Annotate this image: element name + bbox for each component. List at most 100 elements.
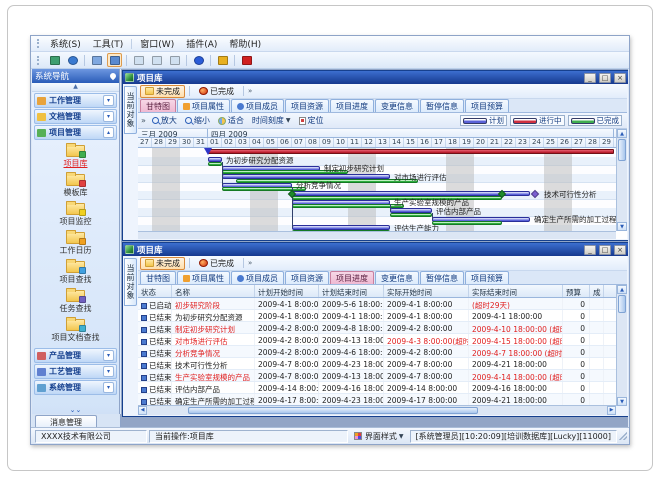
tab-1[interactable]: 项目属性 bbox=[177, 99, 230, 112]
sidebar-item-3[interactable]: 工作日历 bbox=[60, 232, 92, 256]
toolbar-button-5[interactable] bbox=[149, 53, 164, 67]
tab-0[interactable]: 甘特图 bbox=[140, 271, 176, 284]
gantt-window-titlebar[interactable]: 项目库 _ □ × bbox=[123, 71, 628, 84]
gantt-done-bar[interactable] bbox=[432, 221, 502, 225]
toolbar-button-4[interactable] bbox=[131, 53, 146, 67]
menu-item-3[interactable]: 插件(A) bbox=[180, 36, 223, 51]
chevron-up-icon[interactable]: ▴ bbox=[103, 127, 114, 138]
gantt-done-bar[interactable] bbox=[390, 213, 432, 217]
sidebar-section-3[interactable]: 产品管理▾ bbox=[34, 348, 117, 363]
sidebar-item-4[interactable]: 项目查找 bbox=[60, 261, 92, 285]
table-row[interactable]: 已结束制定初步研究计划2009-4-2 8:00:002009-4-8 18:0… bbox=[138, 322, 616, 334]
chevron-down-icon[interactable]: ▾ bbox=[103, 350, 114, 361]
toolbar-button-1[interactable] bbox=[65, 53, 80, 67]
gantt-done-bar[interactable] bbox=[292, 204, 404, 208]
tab-3[interactable]: 项目资源 bbox=[285, 99, 329, 112]
toolbar-button-2[interactable] bbox=[89, 53, 104, 67]
filter-overflow-chevron-icon[interactable]: » bbox=[248, 259, 252, 267]
current-object-side-tab[interactable]: 当前对象 bbox=[124, 258, 137, 306]
close-button[interactable]: × bbox=[614, 245, 626, 255]
column-header-7[interactable]: 成 bbox=[590, 285, 604, 297]
tab-7[interactable]: 项目预算 bbox=[465, 99, 509, 112]
sidebar-overflow-chevron-icon[interactable]: ⌄⌄ bbox=[32, 406, 119, 414]
toolbar-button-3[interactable] bbox=[107, 53, 122, 67]
chevron-down-icon[interactable]: ▾ bbox=[103, 95, 114, 106]
maximize-button[interactable]: □ bbox=[599, 245, 611, 255]
maximize-button[interactable]: □ bbox=[599, 73, 611, 83]
column-header-5[interactable]: 实际结束时间 bbox=[469, 285, 563, 297]
scroll-down-icon[interactable]: ▼ bbox=[617, 397, 627, 406]
toolbar-button-7[interactable] bbox=[191, 53, 206, 67]
column-header-2[interactable]: 计划开始时间 bbox=[255, 285, 319, 297]
tab-3[interactable]: 项目资源 bbox=[285, 271, 329, 284]
tab-5[interactable]: 变更信息 bbox=[375, 99, 419, 112]
chevron-down-icon[interactable]: ▾ bbox=[103, 111, 114, 122]
minimize-button[interactable]: _ bbox=[584, 245, 596, 255]
column-header-3[interactable]: 计划结束时间 bbox=[319, 285, 384, 297]
zoom-out-button[interactable]: 缩小 bbox=[183, 115, 212, 126]
toolbar-grip[interactable] bbox=[37, 56, 40, 65]
menu-item-2[interactable]: 窗口(W) bbox=[134, 36, 180, 51]
sidebar-item-2[interactable]: 项目监控 bbox=[60, 203, 92, 227]
table-window-titlebar[interactable]: 项目库 _ □ × bbox=[123, 243, 628, 256]
table-row[interactable]: 已启动初步研究阶段2009-4-1 8:00:002009-5-6 18:00:… bbox=[138, 298, 616, 310]
toolbar-overflow-chevron-icon[interactable]: » bbox=[141, 116, 146, 125]
tab-2[interactable]: 项目成员 bbox=[231, 99, 284, 112]
sidebar-section-1[interactable]: 文档管理▾ bbox=[34, 109, 117, 124]
sidebar-item-0[interactable]: 项目库 bbox=[64, 145, 88, 169]
toolbar-button-9[interactable] bbox=[239, 53, 254, 67]
sidebar-section-2[interactable]: 项目管理▴ bbox=[34, 125, 117, 140]
menu-item-4[interactable]: 帮助(H) bbox=[223, 36, 267, 51]
sidebar-item-6[interactable]: 项目文档查找 bbox=[52, 319, 100, 343]
gantt-summary-bar[interactable] bbox=[208, 149, 614, 154]
menubar-grip[interactable] bbox=[37, 39, 40, 48]
sidebar-section-4[interactable]: 工艺管理▾ bbox=[34, 364, 117, 379]
toolbar-button-8[interactable] bbox=[215, 53, 230, 67]
gantt-horizontal-scrollbar[interactable] bbox=[138, 231, 616, 239]
time-scale-button[interactable]: 时间刻度▼ bbox=[250, 115, 293, 126]
scroll-up-icon[interactable]: ▲ bbox=[617, 285, 627, 294]
table-horizontal-scrollbar[interactable]: ◀ ▶ bbox=[138, 405, 616, 415]
tab-4[interactable]: 项目进度 bbox=[330, 99, 374, 112]
table-row[interactable]: 已结束评估内部产品2009-4-14 8:00:002009-4-16 18:0… bbox=[138, 382, 616, 394]
tab-5[interactable]: 变更信息 bbox=[375, 271, 419, 284]
table-vertical-scrollbar[interactable]: ▲ ▼ bbox=[616, 285, 627, 406]
tab-7[interactable]: 项目预算 bbox=[465, 271, 509, 284]
tab-6[interactable]: 暂停信息 bbox=[420, 99, 464, 112]
close-button[interactable]: × bbox=[614, 73, 626, 83]
chevron-down-icon[interactable]: ▼ bbox=[399, 433, 404, 440]
filter-overflow-chevron-icon[interactable]: » bbox=[248, 87, 252, 95]
interface-style-button[interactable]: 界面样式 bbox=[365, 431, 397, 442]
filter-button-1[interactable]: 已完成 bbox=[194, 257, 239, 270]
sidebar-item-5[interactable]: 任务查找 bbox=[60, 290, 92, 314]
current-object-side-tab[interactable]: 当前对象 bbox=[124, 86, 137, 134]
table-row[interactable]: 已结束生产实验室规模的产品2009-4-7 8:00:002009-4-13 1… bbox=[138, 370, 616, 382]
pin-icon[interactable] bbox=[109, 72, 117, 80]
sidebar-item-1[interactable]: 模板库 bbox=[64, 174, 88, 198]
resize-grip[interactable] bbox=[619, 432, 627, 440]
column-header-1[interactable]: 名称 bbox=[172, 285, 255, 297]
toolbar-button-6[interactable] bbox=[167, 53, 182, 67]
fit-button[interactable]: 适合 bbox=[216, 115, 246, 126]
tab-4[interactable]: 项目进度 bbox=[330, 271, 374, 284]
chevron-down-icon[interactable]: ▾ bbox=[103, 366, 114, 377]
column-header-4[interactable]: 实际开始时间 bbox=[384, 285, 469, 297]
tab-6[interactable]: 暂停信息 bbox=[420, 271, 464, 284]
locate-button[interactable]: 定位 bbox=[297, 115, 326, 126]
tab-1[interactable]: 项目属性 bbox=[177, 271, 230, 284]
chevron-down-icon[interactable]: ▾ bbox=[103, 382, 114, 393]
sidebar-section-5[interactable]: 系统管理▾ bbox=[34, 380, 117, 395]
gantt-done-bar[interactable] bbox=[208, 162, 222, 166]
minimize-button[interactable]: _ bbox=[584, 73, 596, 83]
gantt-vertical-scrollbar[interactable]: ▲ ▼ bbox=[616, 129, 627, 231]
scroll-left-icon[interactable]: ◀ bbox=[138, 406, 147, 415]
scroll-up-icon[interactable]: ▲ bbox=[617, 129, 627, 138]
table-row[interactable]: 已结束技术可行性分析2009-4-7 8:00:002009-4-23 18:0… bbox=[138, 358, 616, 370]
scrollbar-thumb[interactable] bbox=[618, 295, 626, 313]
tab-2[interactable]: 项目成员 bbox=[231, 271, 284, 284]
scrollbar-thumb[interactable] bbox=[188, 407, 478, 414]
menu-item-1[interactable]: 工具(T) bbox=[87, 36, 130, 51]
scroll-down-icon[interactable]: ▼ bbox=[617, 222, 627, 231]
menu-item-0[interactable]: 系统(S) bbox=[44, 36, 87, 51]
table-row[interactable]: 已结束对市场进行评估2009-4-2 8:00:002009-4-13 18:0… bbox=[138, 334, 616, 346]
